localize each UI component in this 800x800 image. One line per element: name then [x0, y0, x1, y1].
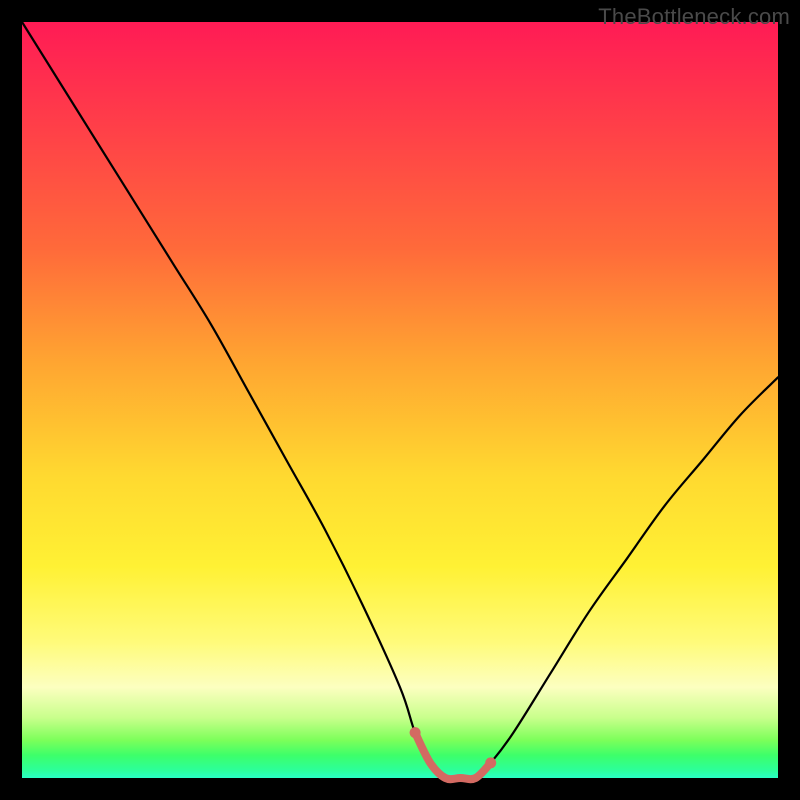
optimal-zone-start-dot [410, 727, 421, 738]
optimal-zone-end-dot [485, 757, 496, 768]
chart-svg [22, 22, 778, 778]
bottleneck-curve-path [22, 22, 778, 779]
chart-plot-area [22, 22, 778, 778]
watermark-text: TheBottleneck.com [598, 4, 790, 30]
chart-frame: TheBottleneck.com [0, 0, 800, 800]
optimal-zone-path [415, 733, 491, 780]
